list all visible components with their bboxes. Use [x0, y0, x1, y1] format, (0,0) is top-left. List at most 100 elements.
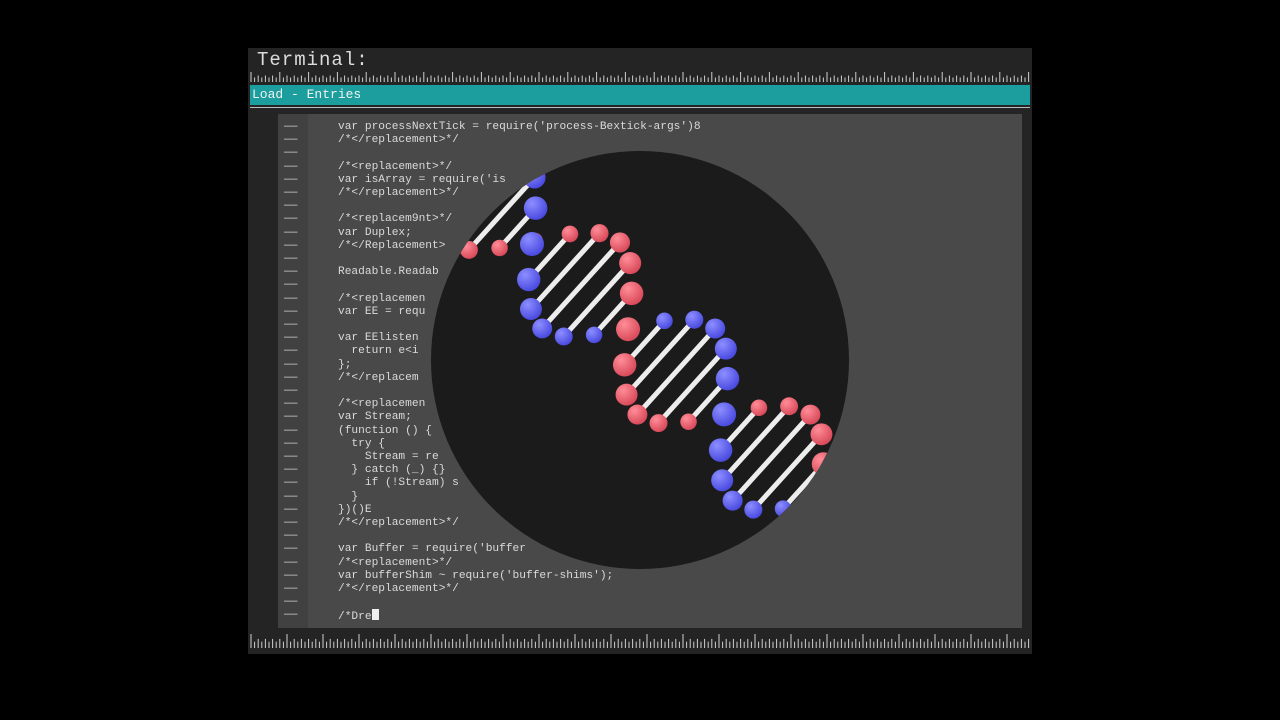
bottom-tick-ruler	[250, 634, 1030, 648]
helix-node	[808, 487, 833, 512]
line-gutter-marker: ——	[284, 253, 298, 265]
line-gutter-marker: ——	[284, 200, 298, 213]
helix-node	[612, 353, 637, 377]
helix-node	[774, 500, 792, 517]
dna-helix-lens	[431, 151, 849, 569]
helix-node	[810, 423, 833, 446]
menu-bar[interactable]: Load - Entries	[250, 85, 1030, 105]
code-text: var Duplex;	[338, 226, 412, 239]
helix-node	[495, 151, 514, 156]
line-gutter-marker: ——	[284, 556, 298, 569]
code-text: })()E	[338, 503, 372, 516]
helix-node	[800, 404, 821, 425]
helix-node	[585, 326, 603, 344]
line-gutter-marker: ——	[284, 437, 298, 450]
code-text: /*<replacemen	[338, 398, 426, 411]
helix-node	[460, 241, 478, 259]
code-text: /*</replacement>*/	[338, 134, 459, 147]
menu-bar-label[interactable]: Load - Entries	[252, 87, 361, 102]
helix-node	[810, 493, 827, 510]
helix-node	[519, 298, 542, 320]
line-gutter-marker: ——	[284, 121, 298, 133]
code-text: var bufferShim ~ require('buffer-shims')…	[338, 569, 614, 582]
helix-node	[708, 438, 733, 462]
line-gutter-marker: ——	[284, 424, 298, 437]
line-gutter-marker: ——	[284, 464, 298, 477]
helix-node	[680, 413, 697, 431]
helix-node	[431, 212, 447, 235]
line-gutter-marker: ——	[284, 477, 298, 490]
helix-node	[619, 252, 642, 275]
code-line: —— /*</replacement>*/	[278, 134, 1022, 147]
text-cursor	[371, 609, 379, 621]
code-text: var processNextTick = require('process-B…	[338, 121, 701, 133]
code-text: }	[338, 490, 359, 503]
code-text: /*<replacemen	[338, 292, 426, 305]
line-gutter-marker: ——	[284, 596, 298, 609]
window-title: Terminal:	[257, 49, 369, 71]
code-text: var Stream;	[338, 411, 412, 424]
helix-node	[656, 312, 673, 330]
line-gutter-marker: ——	[284, 266, 298, 279]
line-gutter-marker: ——	[284, 134, 298, 147]
line-gutter-marker: ——	[284, 187, 298, 199]
code-text: try {	[338, 437, 385, 450]
helix-node	[712, 402, 737, 427]
helix-node	[715, 366, 740, 391]
line-gutter-marker: ——	[284, 569, 298, 582]
code-text: /*</replacement>*/	[338, 583, 459, 595]
code-line: —— var processNextTick = require('process…	[278, 121, 1022, 134]
top-tick-ruler	[250, 72, 1030, 82]
line-gutter-marker: ——	[284, 173, 298, 186]
helix-node	[437, 232, 457, 253]
line-gutter-marker: ——	[284, 517, 298, 529]
line-gutter-marker: ——	[284, 583, 298, 595]
line-gutter-marker: ——	[284, 385, 298, 397]
helix-node	[523, 166, 546, 189]
line-gutter-marker: ——	[284, 345, 298, 358]
helix-node	[491, 239, 508, 257]
code-text: (function () {	[338, 424, 432, 437]
code-text: var EE = requ	[338, 305, 426, 318]
code-text: Stream = re	[338, 451, 439, 463]
helix-node	[705, 318, 726, 339]
helix-node	[714, 337, 737, 360]
code-text: /*</replacem	[338, 371, 419, 384]
line-gutter-marker: ——	[284, 358, 298, 371]
helix-rung	[814, 492, 849, 538]
code-text: Readable.Readab	[338, 266, 439, 279]
helix-node	[523, 196, 548, 220]
helix-node	[711, 469, 734, 492]
helix-node	[804, 523, 829, 548]
line-gutter-marker: ——	[284, 305, 298, 318]
line-gutter-marker: ——	[284, 411, 298, 424]
line-gutter-marker: ——	[284, 371, 298, 384]
code-line: —— var bufferShim ~ require('buffer-shims…	[278, 570, 1022, 583]
code-line: —— /*Dre	[278, 609, 1022, 623]
line-gutter-marker: ——	[284, 490, 298, 503]
helix-node	[811, 452, 836, 476]
line-gutter-marker: ——	[284, 319, 298, 331]
line-gutter-marker: ——	[284, 160, 298, 173]
line-gutter-marker: ——	[284, 503, 298, 516]
line-gutter-marker: ——	[284, 530, 298, 543]
line-gutter-marker: ——	[284, 609, 298, 622]
helix-node	[615, 383, 638, 406]
helix-node	[627, 404, 648, 425]
helix-node	[750, 399, 768, 416]
helix-node	[532, 318, 553, 339]
menu-divider	[250, 107, 1030, 108]
helix-node	[554, 327, 573, 346]
helix-node	[616, 317, 641, 342]
helix-node	[590, 224, 609, 243]
helix-node	[744, 500, 763, 519]
line-gutter-marker: ——	[284, 543, 298, 556]
helix-node	[609, 232, 631, 253]
line-gutter-marker: ——	[284, 147, 298, 160]
helix-node	[722, 490, 743, 511]
line-gutter-marker: ——	[284, 332, 298, 345]
line-gutter-marker: ——	[284, 292, 298, 305]
line-gutter-marker: ——	[284, 226, 298, 239]
code-text: };	[338, 358, 352, 371]
helix-node	[517, 267, 541, 292]
